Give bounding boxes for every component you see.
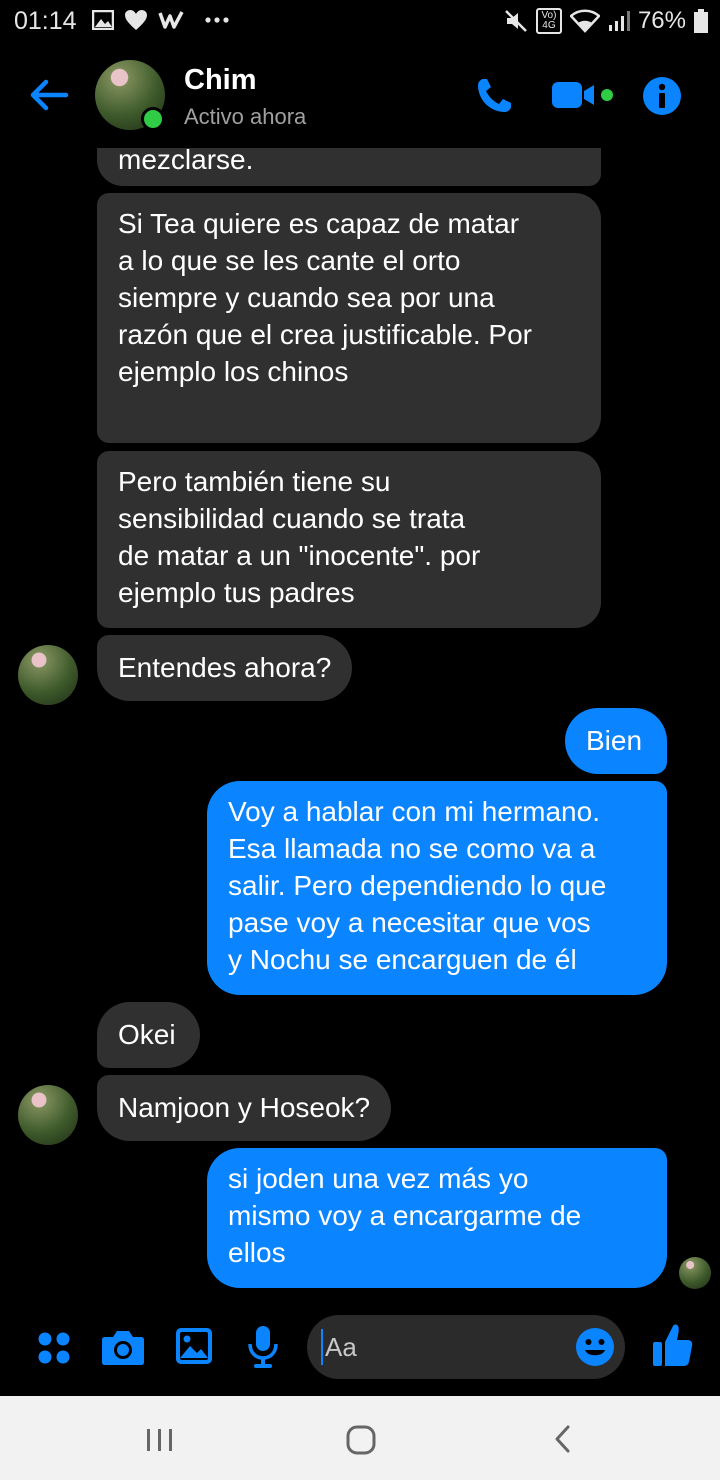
- back-icon[interactable]: [552, 1424, 574, 1454]
- message-line: salir. Pero dependiendo lo que: [228, 870, 607, 901]
- message-line: a lo que se les cante el orto: [118, 245, 461, 276]
- battery-percent: 76%: [637, 7, 686, 34]
- message-bubble-incoming[interactable]: mezclarse.: [97, 148, 601, 186]
- seen-receipt-avatar: [679, 1257, 711, 1289]
- mute-icon: [505, 10, 527, 32]
- battery-icon: [694, 9, 708, 33]
- volte-icon: Vo) 4G: [535, 8, 562, 34]
- emoji-icon[interactable]: [575, 1327, 615, 1367]
- message-bubble-incoming[interactable]: Okei: [97, 1002, 200, 1068]
- message-line: Si Tea quiere es capaz de matar: [118, 208, 520, 239]
- message-line: mismo voy a encargarme de: [228, 1200, 582, 1231]
- message-bubble-incoming[interactable]: Namjoon y Hoseok?: [97, 1075, 392, 1141]
- message-bubble-incoming[interactable]: Entendes ahora?: [97, 635, 353, 701]
- message-list[interactable]: mezclarse. Si Tea quiere es capaz de mat…: [0, 148, 720, 1308]
- message-line: Pero también tiene su: [118, 466, 391, 497]
- message-bubble-incoming[interactable]: Si Tea quiere es capaz de matar a lo que…: [97, 193, 601, 443]
- message-line: Voy a hablar con mi hermano.: [228, 796, 600, 827]
- signal-icon: [608, 11, 630, 31]
- recent-apps-icon[interactable]: [145, 1427, 175, 1453]
- message-line: ellos: [228, 1237, 286, 1268]
- microphone-icon[interactable]: [247, 1325, 279, 1369]
- message-text: mezclarse.: [118, 148, 254, 175]
- message-bubble-outgoing[interactable]: si joden una vez más yo mismo voy a enca…: [207, 1148, 667, 1288]
- heart-icon: [125, 10, 147, 30]
- message-line: siempre y cuando sea por una: [118, 282, 495, 313]
- w-icon: [158, 11, 184, 29]
- image-icon[interactable]: [175, 1327, 213, 1365]
- message-line: razón que el crea justificable. Por: [118, 319, 532, 350]
- message-line: ejemplo tus padres: [118, 577, 355, 608]
- message-line: ejemplo los chinos: [118, 356, 349, 387]
- gallery-icon: [92, 10, 114, 30]
- home-icon[interactable]: [345, 1424, 377, 1456]
- message-text: Bien: [586, 725, 643, 756]
- message-text: Namjoon y Hoseok?: [118, 1092, 371, 1123]
- text-caret: [321, 1329, 323, 1365]
- message-line: si joden una vez más yo: [228, 1163, 529, 1194]
- status-bar: 01:14 Vo) 4G 76%: [0, 0, 720, 44]
- message-input[interactable]: Aa: [307, 1315, 625, 1379]
- thumbs-up-icon[interactable]: [652, 1323, 694, 1367]
- message-line: y Nochu se encarguen de él: [228, 944, 577, 975]
- conversation-header: Chim Activo ahora: [0, 44, 720, 148]
- message-bubble-outgoing[interactable]: Voy a hablar con mi hermano. Esa llamada…: [207, 781, 667, 995]
- message-text: Entendes ahora?: [118, 652, 332, 683]
- info-icon[interactable]: [642, 76, 682, 116]
- more-icon: [205, 17, 229, 23]
- message-line: pase voy a necesitar que vos: [228, 907, 591, 938]
- system-navigation-bar: [0, 1396, 720, 1480]
- composer-bar: Aa: [0, 1308, 720, 1396]
- video-icon[interactable]: [550, 78, 616, 112]
- message-line: sensibilidad cuando se trata: [118, 503, 466, 534]
- status-time: 01:14: [14, 7, 77, 35]
- message-bubble-outgoing[interactable]: Bien: [565, 708, 667, 774]
- contact-status: Activo ahora: [184, 104, 307, 129]
- back-arrow-icon[interactable]: [26, 72, 72, 118]
- message-bubble-incoming[interactable]: Pero también tiene su sensibilidad cuand…: [97, 451, 601, 628]
- sender-avatar[interactable]: [18, 645, 78, 705]
- apps-icon[interactable]: [36, 1330, 72, 1366]
- message-text: Okei: [118, 1019, 176, 1050]
- online-indicator: [141, 107, 165, 131]
- message-line: Esa llamada no se como va a: [228, 833, 596, 864]
- message-line: de matar a un "inocente". por: [118, 540, 481, 571]
- contact-name[interactable]: Chim: [184, 64, 257, 97]
- sender-avatar[interactable]: [18, 1085, 78, 1145]
- camera-icon[interactable]: [101, 1328, 145, 1366]
- phone-icon[interactable]: [474, 76, 514, 116]
- wifi-icon: [569, 9, 600, 33]
- message-input-placeholder: Aa: [325, 1332, 357, 1362]
